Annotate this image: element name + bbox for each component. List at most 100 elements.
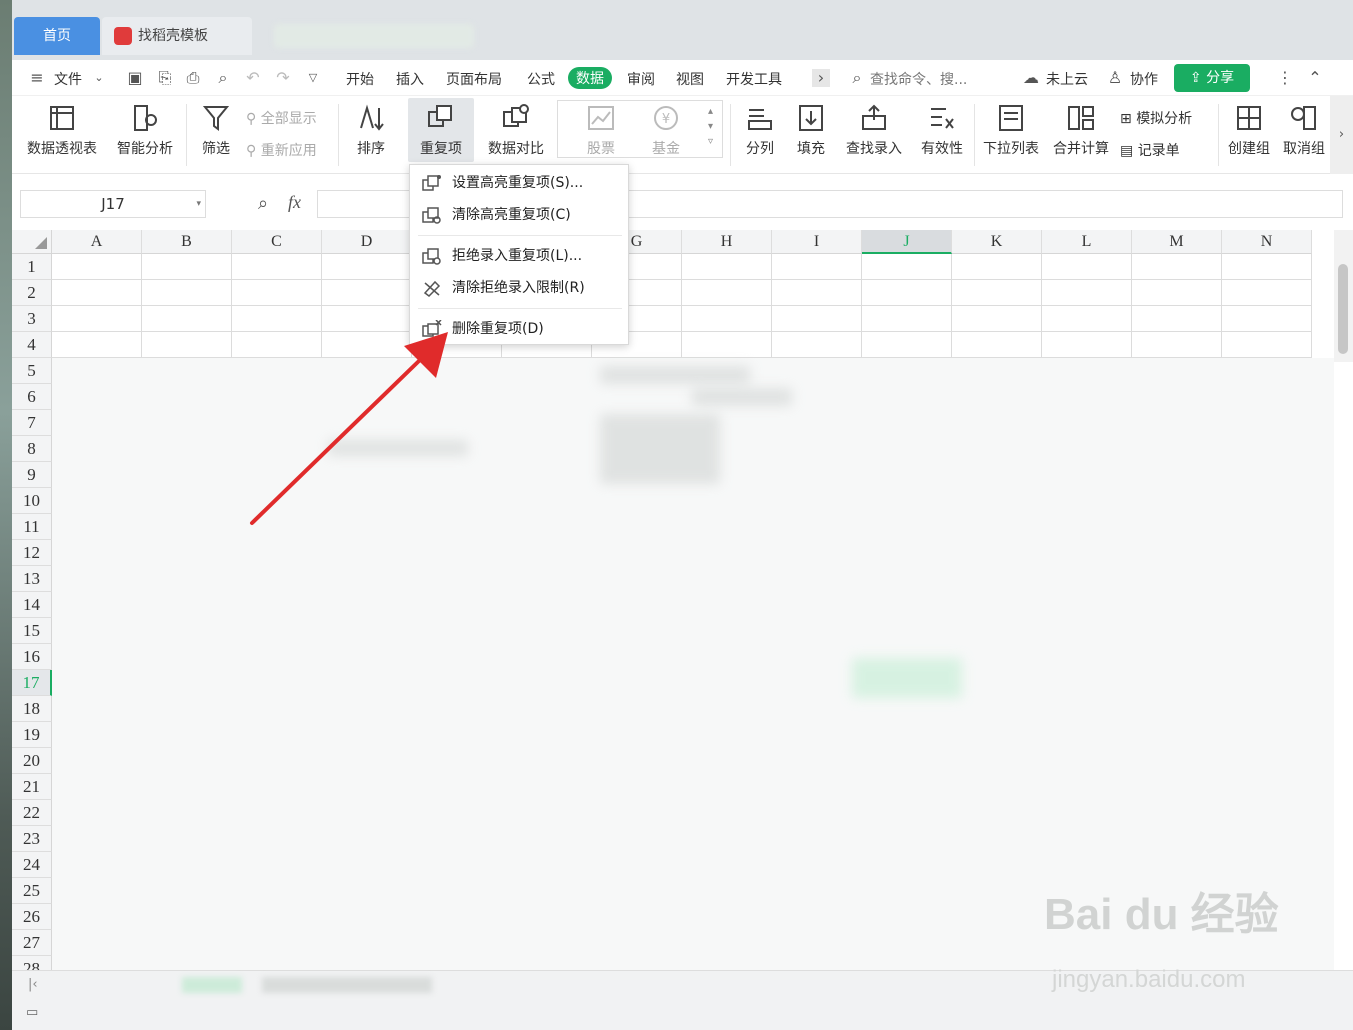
sheet-tab-blurred[interactable] bbox=[182, 977, 242, 993]
filter-button[interactable]: 筛选 bbox=[194, 102, 238, 158]
collaborate-button[interactable]: 协作 bbox=[1130, 69, 1158, 89]
menu-formula[interactable]: 公式 bbox=[527, 69, 555, 89]
column-header-j[interactable]: J bbox=[862, 230, 952, 254]
column-header-h[interactable]: H bbox=[682, 230, 772, 254]
select-all-corner[interactable] bbox=[12, 230, 52, 254]
row-header-27[interactable]: 27 bbox=[12, 930, 52, 956]
row-header-6[interactable]: 6 bbox=[12, 384, 52, 410]
split-column-button[interactable]: 分列 bbox=[736, 102, 784, 158]
fund-button[interactable]: ¥ 基金 bbox=[638, 102, 694, 158]
record-form-button[interactable]: ▤ 记录单 bbox=[1120, 140, 1180, 160]
save-icon[interactable]: ▣ bbox=[126, 69, 144, 87]
status-icon[interactable]: ▭ bbox=[26, 1005, 38, 1020]
menu-insert[interactable]: 插入 bbox=[396, 69, 424, 89]
menu-review[interactable]: 审阅 bbox=[627, 69, 655, 89]
row-header-2[interactable]: 2 bbox=[12, 280, 52, 306]
menu-more-icon[interactable]: › bbox=[812, 69, 830, 87]
column-header-i[interactable]: I bbox=[772, 230, 862, 254]
row-header-3[interactable]: 3 bbox=[12, 306, 52, 332]
fill-button[interactable]: 填充 bbox=[788, 102, 834, 158]
first-sheet-icon[interactable]: |‹ bbox=[28, 977, 38, 992]
pivot-table-button[interactable]: 数据透视表 bbox=[24, 102, 100, 158]
menu-start[interactable]: 开始 bbox=[346, 69, 374, 89]
row-header-14[interactable]: 14 bbox=[12, 592, 52, 618]
row-header-23[interactable]: 23 bbox=[12, 826, 52, 852]
collapse-ribbon-icon[interactable]: ⌃ bbox=[1306, 69, 1324, 87]
stock-button[interactable]: 股票 bbox=[572, 102, 630, 158]
insert-function-icon[interactable]: fx bbox=[288, 192, 301, 213]
column-header-a[interactable]: A bbox=[52, 230, 142, 254]
row-header-7[interactable]: 7 bbox=[12, 410, 52, 436]
export-pdf-icon[interactable]: ⎘ bbox=[156, 69, 174, 87]
tab-document-blurred[interactable] bbox=[274, 24, 474, 48]
row-header-15[interactable]: 15 bbox=[12, 618, 52, 644]
row-header-5[interactable]: 5 bbox=[12, 358, 52, 384]
menu-view[interactable]: 视图 bbox=[676, 69, 704, 89]
clear-reject-restriction-item[interactable]: 清除拒绝录入限制(R) bbox=[410, 273, 628, 303]
row-header-18[interactable]: 18 bbox=[12, 696, 52, 722]
more-options-icon[interactable]: ⋮ bbox=[1276, 69, 1294, 87]
dropdown-list-button[interactable]: 下拉列表 bbox=[980, 102, 1042, 158]
command-search[interactable]: 查找命令、搜... bbox=[870, 69, 967, 89]
cell-area[interactable] bbox=[52, 254, 1312, 358]
data-compare-button[interactable]: 数据对比 bbox=[480, 102, 552, 158]
row-header-21[interactable]: 21 bbox=[12, 774, 52, 800]
print-preview-icon[interactable]: ⌕ bbox=[214, 69, 232, 87]
row-header-12[interactable]: 12 bbox=[12, 540, 52, 566]
row-header-11[interactable]: 11 bbox=[12, 514, 52, 540]
menu-data[interactable]: 数据 bbox=[568, 67, 612, 89]
clear-highlight-duplicates-item[interactable]: 清除高亮重复项(C) bbox=[410, 200, 628, 230]
create-group-button[interactable]: 创建组 bbox=[1224, 102, 1274, 158]
scroll-thumb[interactable] bbox=[1338, 264, 1348, 354]
undo-icon[interactable]: ↶ bbox=[244, 69, 262, 87]
redo-icon[interactable]: ↷ bbox=[274, 69, 292, 87]
column-header-n[interactable]: N bbox=[1222, 230, 1312, 254]
row-header-20[interactable]: 20 bbox=[12, 748, 52, 774]
cloud-status[interactable]: 未上云 bbox=[1046, 69, 1088, 89]
set-highlight-duplicates-item[interactable]: 设置高亮重复项(S)... bbox=[410, 168, 628, 198]
hamburger-icon[interactable]: ≡ bbox=[28, 69, 46, 87]
row-header-17[interactable]: 17 bbox=[12, 670, 52, 696]
print-icon[interactable]: ⎙ bbox=[184, 69, 202, 87]
row-header-24[interactable]: 24 bbox=[12, 852, 52, 878]
row-header-22[interactable]: 22 bbox=[12, 800, 52, 826]
menu-dev-tools[interactable]: 开发工具 bbox=[726, 69, 782, 89]
row-header-9[interactable]: 9 bbox=[12, 462, 52, 488]
show-all-button[interactable]: ⚲ 全部显示 bbox=[246, 108, 317, 128]
share-button[interactable]: ⇪ 分享 bbox=[1174, 64, 1250, 92]
row-header-16[interactable]: 16 bbox=[12, 644, 52, 670]
sheet-tabs-blurred[interactable] bbox=[262, 977, 432, 993]
row-header-8[interactable]: 8 bbox=[12, 436, 52, 462]
lookup-entry-button[interactable]: 查找录入 bbox=[842, 102, 906, 158]
consolidate-button[interactable]: 合并计算 bbox=[1050, 102, 1112, 158]
simulate-analysis-button[interactable]: ⊞ 模拟分析 bbox=[1120, 108, 1192, 128]
ribbon-scroll-right-icon[interactable]: › bbox=[1330, 96, 1353, 174]
row-header-10[interactable]: 10 bbox=[12, 488, 52, 514]
menu-page-layout[interactable]: 页面布局 bbox=[446, 69, 502, 89]
tab-template[interactable]: 找稻壳模板 bbox=[102, 17, 252, 55]
row-header-13[interactable]: 13 bbox=[12, 566, 52, 592]
reject-duplicate-entry-item[interactable]: 拒绝录入重复项(L)... bbox=[410, 241, 628, 271]
ungroup-button[interactable]: 取消组 bbox=[1280, 102, 1328, 158]
name-box[interactable]: J17 ▾ bbox=[20, 190, 206, 218]
row-header-1[interactable]: 1 bbox=[12, 254, 52, 280]
row-header-25[interactable]: 25 bbox=[12, 878, 52, 904]
file-menu[interactable]: 文件 bbox=[54, 69, 82, 89]
column-header-k[interactable]: K bbox=[952, 230, 1042, 254]
column-header-m[interactable]: M bbox=[1132, 230, 1222, 254]
chevron-down-icon[interactable]: ⌄ bbox=[90, 69, 108, 87]
gallery-scroll-arrows[interactable]: ▴ ▾ ▿ bbox=[708, 104, 713, 149]
column-header-l[interactable]: L bbox=[1042, 230, 1132, 254]
validity-button[interactable]: 有效性 bbox=[912, 102, 972, 158]
row-header-26[interactable]: 26 bbox=[12, 904, 52, 930]
reapply-button[interactable]: ⚲ 重新应用 bbox=[246, 140, 317, 160]
vertical-scrollbar[interactable] bbox=[1334, 230, 1353, 362]
name-box-dropdown-icon[interactable]: ▾ bbox=[196, 191, 201, 217]
duplicates-button[interactable]: 重复项 bbox=[408, 102, 474, 158]
column-header-d[interactable]: D bbox=[322, 230, 412, 254]
sort-button[interactable]: 排序 bbox=[346, 102, 396, 158]
zoom-formula-icon[interactable]: ⌕ bbox=[258, 193, 268, 214]
tab-home[interactable]: 首页 bbox=[14, 17, 100, 55]
customize-toolbar-icon[interactable]: ▽ bbox=[304, 69, 322, 87]
row-header-19[interactable]: 19 bbox=[12, 722, 52, 748]
